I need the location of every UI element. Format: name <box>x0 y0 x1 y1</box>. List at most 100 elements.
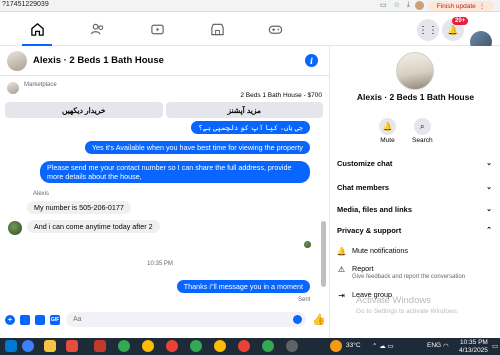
thread-scrollbar[interactable] <box>321 221 326 287</box>
marketplace-nav[interactable] <box>206 19 228 39</box>
mute-label: Mute <box>380 137 395 144</box>
cast-icon[interactable]: ▭ <box>380 1 387 9</box>
emoji-icon[interactable] <box>293 315 302 324</box>
media-files-section[interactable]: Media, files and links ⌄ <box>337 202 492 216</box>
outgoing-message[interactable]: Thanks i"ll message you in a moment <box>176 280 310 293</box>
privacy-support-section[interactable]: Privacy & support ⌃ <box>337 223 492 237</box>
outgoing-message[interactable]: جی ہاں، کیا آپ کو دلچسپی ہے؟ <box>191 121 310 134</box>
browser-profile-avatar[interactable] <box>415 1 424 10</box>
facebook-top-bar: ⋮⋮ 🔔 20+ <box>0 12 500 53</box>
image-icon[interactable] <box>20 315 30 325</box>
leave-icon: ⇥ <box>338 291 345 300</box>
windows-taskbar: 33°C ⌃ ☁ ▭ ENG ◠ 10:35 PM 4/13/2025 ▭ <box>0 338 500 355</box>
mute-notifications-item[interactable]: 🔔 Mute notifications <box>337 246 492 256</box>
tray-icons[interactable]: ⌃ ☁ ▭ <box>372 342 394 350</box>
bell-icon: 🔔 <box>379 118 396 135</box>
customize-chat-section[interactable]: Customize chat ⌄ <box>337 156 492 170</box>
outgoing-message[interactable]: Please send me your contact number so I … <box>40 161 310 183</box>
chat-panel: Alexis · 2 Beds 1 Bath House i Marketpla… <box>0 46 330 338</box>
gaming-nav[interactable] <box>264 19 286 39</box>
chrome-icon[interactable] <box>118 340 130 352</box>
clock-time[interactable]: 10:35 PM <box>460 339 488 346</box>
url-text[interactable]: ?17451229039 <box>2 1 49 8</box>
activate-windows-subtext: Go to Settings to activate Windows. <box>356 308 459 315</box>
item-title: Report <box>352 264 374 273</box>
incoming-message[interactable]: My number is 505-206-0177 <box>27 201 131 214</box>
notification-center-icon[interactable]: ▭ <box>492 342 498 350</box>
marketplace-icon <box>210 23 224 35</box>
sender-avatar[interactable] <box>8 221 22 235</box>
report-item[interactable]: ⚠ Report Give feedback and report the co… <box>337 264 492 280</box>
listing-title-price: 2 Beds 1 Bath House - $700 <box>240 92 322 99</box>
windows-start-icon[interactable] <box>5 340 17 352</box>
quick-actions: 🔔 Mute ⌕ Search <box>379 118 433 144</box>
gif-icon[interactable]: GIF <box>50 315 60 325</box>
conversation-name: Alexis · 2 Beds 1 Bath House <box>356 92 475 102</box>
item-description: Give feedback and report the conversatio… <box>352 274 466 280</box>
item-title: Mute notifications <box>352 246 408 255</box>
menu-grid-icon: ⋮⋮ <box>418 24 438 36</box>
thumbs-up-icon[interactable]: 👍 <box>312 313 326 326</box>
section-label: Media, files and links <box>337 204 413 214</box>
message-thread[interactable]: جی ہاں، کیا آپ کو دلچسپی ہے؟ Yes it's Av… <box>0 121 320 303</box>
search-button[interactable]: ⌕ Search <box>412 118 433 144</box>
home-nav[interactable] <box>26 19 48 39</box>
sticker-icon[interactable] <box>35 315 45 325</box>
seen-indicator-avatar <box>304 241 311 248</box>
conversation-avatar[interactable] <box>7 51 27 71</box>
chrome-icon[interactable] <box>238 340 250 352</box>
more-vert-icon: ⋮ <box>478 3 486 10</box>
listing-actions: خریدار دیکھیں مزید آپشنز <box>5 102 323 118</box>
browser-url-bar[interactable]: ?17451229039 ▭ ☆ ⤓ Finish update ⋮ <box>0 0 500 12</box>
plus-icon[interactable]: + <box>5 315 15 325</box>
notification-badge: 20+ <box>452 17 469 25</box>
section-label: Customize chat <box>337 158 393 168</box>
menu-button[interactable]: ⋮⋮ <box>417 19 439 41</box>
finish-update-button[interactable]: Finish update ⋮ <box>428 1 494 11</box>
conversation-photo[interactable] <box>396 52 434 90</box>
incoming-message[interactable]: And i can come anytime today after 2 <box>27 220 160 233</box>
app-icon[interactable] <box>94 340 106 352</box>
friends-nav[interactable] <box>86 19 108 39</box>
chevron-down-icon: ⌄ <box>486 206 492 213</box>
outgoing-message[interactable]: Yes it's Available when you have best ti… <box>84 141 310 154</box>
marketplace-listing-bar[interactable]: Marketplace 2 Beds 1 Bath House - $700 <box>0 76 330 102</box>
download-icon[interactable]: ⤓ <box>407 1 410 9</box>
gaming-icon <box>268 25 282 34</box>
warning-icon: ⚠ <box>337 265 346 274</box>
chrome-icon[interactable] <box>166 340 178 352</box>
sender-name: Alexis <box>33 191 50 197</box>
message-input[interactable] <box>66 312 306 327</box>
search-label: Search <box>412 137 433 144</box>
chat-members-section[interactable]: Chat members ⌄ <box>337 180 492 194</box>
chrome-icon[interactable] <box>142 340 154 352</box>
marketplace-label: Marketplace <box>24 82 57 88</box>
video-nav[interactable] <box>146 19 168 39</box>
chrome-icon[interactable] <box>262 340 274 352</box>
mute-button[interactable]: 🔔 Mute <box>379 118 396 144</box>
temperature[interactable]: 33°C <box>346 342 361 349</box>
weather-icon[interactable] <box>330 340 342 352</box>
video-icon <box>150 24 164 34</box>
see-more-options-button[interactable]: مزید آپشنز <box>165 102 323 118</box>
chevron-up-icon: ⌃ <box>486 227 492 234</box>
search-icon: ⌕ <box>413 118 431 135</box>
chrome-icon[interactable] <box>190 340 202 352</box>
activate-windows-watermark: Activate Windows <box>356 295 431 306</box>
conversation-title[interactable]: Alexis · 2 Beds 1 Bath House <box>33 55 164 66</box>
search-icon[interactable] <box>22 340 34 352</box>
chat-header: Alexis · 2 Beds 1 Bath House i <box>0 46 330 76</box>
bell-icon: 🔔 <box>336 247 347 256</box>
bookmark-star-icon[interactable]: ☆ <box>394 1 400 9</box>
language-indicator[interactable]: ENG <box>427 342 441 349</box>
app-icon[interactable] <box>286 340 298 352</box>
message-timestamp: 10:35 PM <box>147 261 173 267</box>
buyer-view-button[interactable]: خریدار دیکھیں <box>5 102 163 118</box>
app-icon[interactable] <box>66 340 78 352</box>
info-icon[interactable]: i <box>305 54 318 67</box>
clock-date[interactable]: 4/13/2025 <box>459 347 488 354</box>
wifi-icon[interactable]: ◠ <box>443 342 449 350</box>
bell-icon: 🔔 <box>447 24 459 35</box>
chrome-icon[interactable] <box>214 340 226 352</box>
file-explorer-icon[interactable] <box>44 340 56 352</box>
